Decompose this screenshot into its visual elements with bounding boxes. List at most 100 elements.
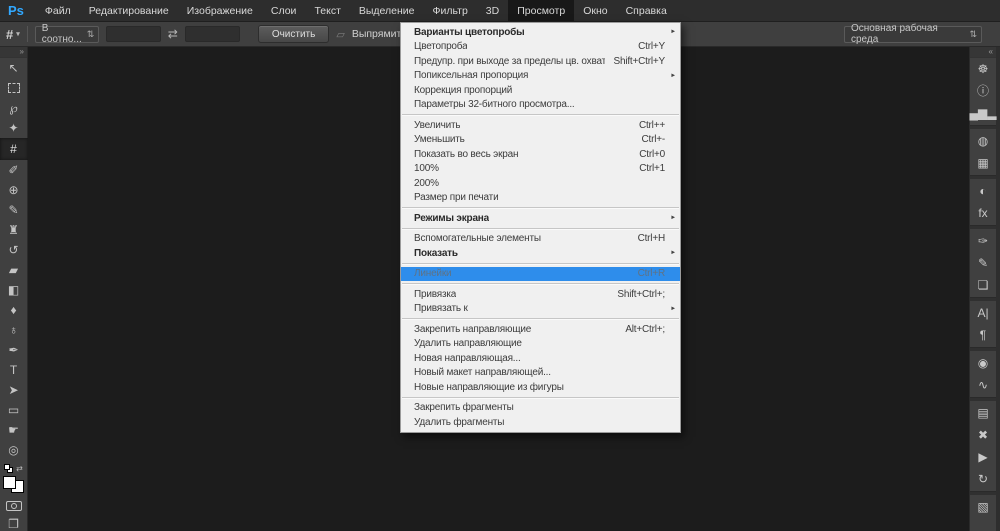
path-selection-tool[interactable]: ➤ xyxy=(1,380,27,400)
layer-comps-panel-icon[interactable]: ▤ xyxy=(970,402,996,424)
crop-tool-preset-button[interactable]: # ▾ xyxy=(6,27,20,42)
zoom-tool[interactable]: ◎ xyxy=(1,440,27,460)
quick-mask-button[interactable] xyxy=(5,500,22,511)
menubar-item[interactable]: Выделение xyxy=(350,0,424,21)
crop-tool-icon: # xyxy=(6,26,14,42)
blur-tool[interactable]: ♦ xyxy=(1,300,27,320)
workspace-selector[interactable]: Основная рабочая среда ⇅ xyxy=(844,23,982,45)
3d-scene-panel-icon[interactable]: ▧ xyxy=(970,496,996,518)
foreground-color-swatch[interactable] xyxy=(3,476,16,489)
brush-settings-panel-icon[interactable]: ✑ xyxy=(970,230,996,252)
view-menu-item[interactable]: Коррекция пропорций xyxy=(401,83,680,98)
view-menu-item[interactable]: Увеличить Ctrl++ xyxy=(401,118,680,133)
view-menu-item[interactable]: Уменьшить Ctrl+- xyxy=(401,133,680,148)
menubar-item[interactable]: Слои xyxy=(262,0,306,21)
move-tool[interactable]: ↖ xyxy=(1,58,27,78)
brush-presets-panel-icon[interactable]: ✎ xyxy=(970,252,996,274)
view-menu-item[interactable]: Привязка Shift+Ctrl+; xyxy=(401,287,680,302)
screen-mode-button[interactable]: ❐ xyxy=(8,517,19,531)
crop-height-input[interactable] xyxy=(184,26,240,42)
view-menu-item[interactable]: Попиксельная пропорция ► xyxy=(401,69,680,84)
adjustments-panel-icon[interactable]: ◐ xyxy=(970,180,996,202)
shape-tool[interactable]: ▭ xyxy=(1,400,27,420)
menubar-item[interactable]: 3D xyxy=(477,0,508,21)
color-panel-icon[interactable]: ◍ xyxy=(970,130,996,152)
menubar-item[interactable]: Изображение xyxy=(178,0,262,21)
swatches-panel-icon[interactable]: ▦ xyxy=(970,152,996,174)
view-menu-item[interactable]: 100% Ctrl+1 xyxy=(401,162,680,177)
crop-width-input[interactable] xyxy=(105,26,161,42)
view-menu-item[interactable]: Предупр. при выходе за пределы цв. охват… xyxy=(401,54,680,69)
view-menu-item[interactable]: Закрепить направляющие Alt+Ctrl+; xyxy=(401,322,680,337)
menu-item-shortcut: Ctrl+R xyxy=(637,268,666,280)
view-menu-item[interactable]: Размер при печати xyxy=(401,191,680,206)
view-menu-item[interactable]: Удалить фрагменты xyxy=(401,415,680,430)
healing-brush-tool[interactable]: ⊕ xyxy=(1,180,27,200)
submenu-arrow-icon: ► xyxy=(670,305,676,312)
3d-panel-icon[interactable]: ◉ xyxy=(970,352,996,374)
tool-presets-panel-icon[interactable]: ✖ xyxy=(970,424,996,446)
crop-tool[interactable]: # xyxy=(0,138,28,160)
view-menu-item[interactable]: Новый макет направляющей... xyxy=(401,366,680,381)
styles-panel-icon[interactable]: fx xyxy=(970,202,996,224)
view-menu-item[interactable]: Удалить направляющие xyxy=(401,337,680,352)
paragraph-panel-icon[interactable]: ¶ xyxy=(970,324,996,346)
lasso-tool[interactable]: ℘ xyxy=(1,98,27,118)
adjustments-wheel-icon[interactable]: ☸ xyxy=(970,58,996,80)
view-menu-item-highlighted[interactable]: Линейки Ctrl+R xyxy=(401,266,680,281)
paths-panel-icon[interactable]: ∿ xyxy=(970,374,996,396)
crop-ratio-dropdown[interactable]: В соотно... ⇅ xyxy=(34,23,99,45)
menu-item-label: 200% xyxy=(414,177,439,189)
clear-button[interactable]: Очистить xyxy=(257,25,330,43)
dodge-tool[interactable]: ♁ xyxy=(1,320,27,340)
quick-selection-tool[interactable]: ✦ xyxy=(1,118,27,138)
menu-bar: Ps Файл Редактирование Изображение Слои Текс… xyxy=(0,0,1000,22)
dock-expand-icon[interactable]: « xyxy=(970,47,996,58)
menubar-item[interactable]: Фильтр xyxy=(424,0,477,21)
clone-source-panel-icon[interactable]: ❏ xyxy=(970,274,996,296)
history-brush-tool[interactable]: ↺ xyxy=(1,240,27,260)
default-colors-icon[interactable] xyxy=(4,464,14,473)
menu-separator xyxy=(402,262,679,265)
swap-colors-icon[interactable]: ⇄ xyxy=(16,464,23,473)
histogram-panel-icon[interactable]: ▄▆▂ xyxy=(970,102,997,124)
view-menu-item[interactable]: Параметры 32-битного просмотра... xyxy=(401,98,680,113)
character-panel-icon[interactable]: A| xyxy=(970,302,996,324)
view-menu-item[interactable]: Показать ► xyxy=(401,246,680,261)
view-menu-item[interactable]: Варианты цветопробы ► xyxy=(401,25,680,40)
view-menu-item[interactable]: Цветопроба Ctrl+Y xyxy=(401,40,680,55)
swap-dimensions-icon[interactable]: ⇄ xyxy=(168,27,178,41)
type-tool[interactable]: T xyxy=(1,360,27,380)
toolbar-collapse-icon[interactable]: » xyxy=(0,47,27,58)
menubar-item[interactable]: Окно xyxy=(574,0,616,21)
menubar-item-active[interactable]: Просмотр xyxy=(508,0,575,21)
view-menu-item[interactable]: Закрепить фрагменты xyxy=(401,401,680,416)
view-menu-item[interactable]: Показать во весь экран Ctrl+0 xyxy=(401,147,680,162)
straighten-icon[interactable]: ▱ xyxy=(336,28,344,41)
eraser-tool[interactable]: ▰ xyxy=(1,260,27,280)
menubar-item[interactable]: Справка xyxy=(617,0,676,21)
view-menu-item[interactable]: 200% xyxy=(401,176,680,191)
photoshop-window: Ps Файл Редактирование Изображение Слои Текс… xyxy=(0,0,1000,531)
view-menu-item[interactable]: Привязать к ► xyxy=(401,302,680,317)
view-menu-item[interactable]: Режимы экрана ► xyxy=(401,211,680,226)
history-panel-icon[interactable]: ↻ xyxy=(970,468,996,490)
gradient-tool[interactable]: ◧ xyxy=(1,280,27,300)
info-panel-icon[interactable]: ⓘ xyxy=(970,80,996,102)
pen-tool[interactable]: ✒ xyxy=(1,340,27,360)
view-menu-item[interactable]: Новые направляющие из фигуры xyxy=(401,380,680,395)
view-menu-item[interactable]: Вспомогательные элементы Ctrl+H xyxy=(401,232,680,247)
hand-tool[interactable]: ☛ xyxy=(1,420,27,440)
spinner-icon: ⇅ xyxy=(969,28,977,39)
actions-panel-icon[interactable]: ▶ xyxy=(970,446,996,468)
clone-stamp-tool[interactable]: ♜ xyxy=(1,220,27,240)
menubar-item[interactable]: Редактирование xyxy=(80,0,178,21)
menu-item-shortcut: Ctrl+Y xyxy=(638,41,665,53)
straighten-label[interactable]: Выпрямить xyxy=(352,28,407,40)
menubar-item[interactable]: Текст xyxy=(305,0,349,21)
menubar-item[interactable]: Файл xyxy=(36,0,80,21)
rectangular-marquee-tool[interactable] xyxy=(1,78,27,98)
eyedropper-tool[interactable]: ✐ xyxy=(1,160,27,180)
brush-tool[interactable]: ✎ xyxy=(1,200,27,220)
view-menu-item[interactable]: Новая направляющая... xyxy=(401,351,680,366)
